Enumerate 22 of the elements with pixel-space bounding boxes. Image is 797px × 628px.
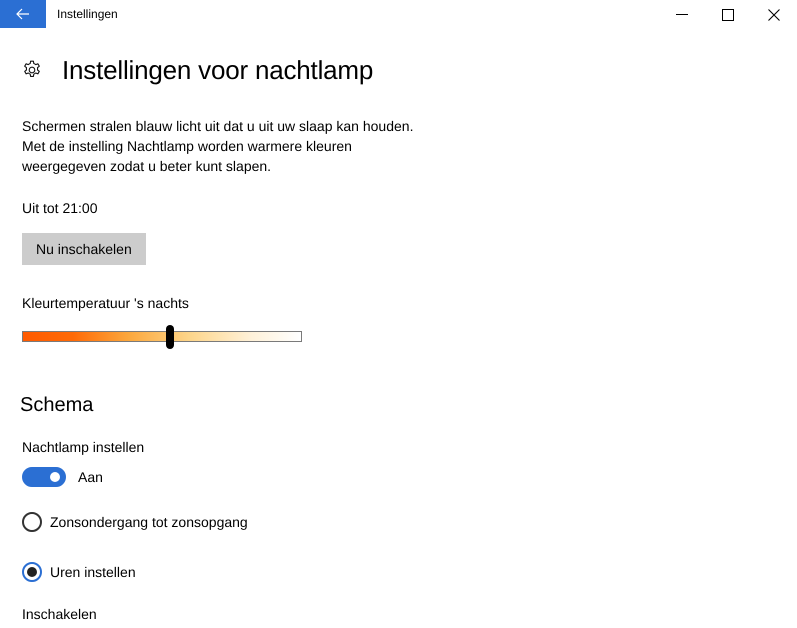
- status-text: Uit tot 21:00: [22, 199, 98, 218]
- description-text: Schermen stralen blauw licht uit dat u uit uw slaap kan houden. Met de instelling Nachtlamp worden warmere kleuren weergegeven zodat u beter kunt slapen.: [22, 117, 414, 176]
- minimize-icon: [676, 14, 688, 15]
- turn-on-label: Inschakelen: [22, 605, 97, 624]
- toggle-label: Nachtlamp instellen: [22, 438, 144, 457]
- maximize-icon: [722, 8, 734, 20]
- section-heading: Schema: [20, 393, 94, 418]
- radio-option[interactable]: Uren instellen: [22, 562, 136, 582]
- page-title: Instellingen voor nachtlamp: [62, 54, 374, 87]
- radio-button[interactable]: [22, 562, 42, 582]
- close-icon: [768, 8, 780, 20]
- slider-label: Kleurtemperatuur 's nachts: [22, 294, 189, 313]
- toggle-switch[interactable]: [22, 467, 66, 487]
- back-arrow-icon: [16, 8, 30, 20]
- radio-option[interactable]: Zonsondergang tot zonsopgang: [22, 512, 248, 532]
- radio-button[interactable]: [22, 512, 42, 532]
- color-temperature-slider[interactable]: [22, 325, 302, 349]
- settings-icon: [22, 60, 42, 80]
- window-title: Instellingen: [57, 6, 118, 23]
- slider-thumb[interactable]: [166, 325, 174, 349]
- toggle-state-text: Aan: [78, 468, 103, 487]
- turn-on-now-button[interactable]: Nu inschakelen: [22, 233, 146, 265]
